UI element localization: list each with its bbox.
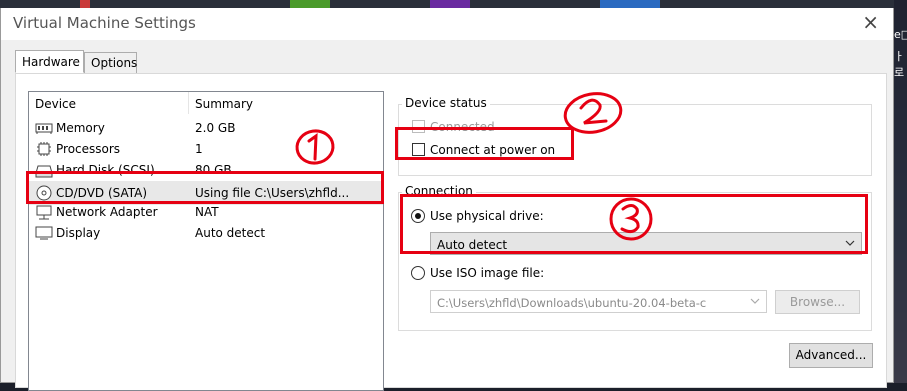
title-bar: Virtual Machine Settings × [1, 8, 893, 40]
iso-path-select[interactable]: C:\Users\zhfld\Downloads\ubuntu-20.04-be… [430, 290, 767, 313]
tab-hardware[interactable]: Hardware [15, 50, 84, 73]
highlight-cd-dvd-row [26, 171, 384, 204]
annotation-three [608, 196, 654, 245]
device-summary: 1 [195, 142, 203, 156]
device-row-display[interactable]: Display Auto detect [29, 223, 383, 244]
device-summary: NAT [195, 205, 219, 219]
desktop-glyph: ㅏ 로 [894, 50, 905, 79]
device-name: Network Adapter [56, 205, 158, 219]
chevron-down-icon [747, 294, 760, 311]
column-header-device[interactable]: Device [35, 97, 76, 115]
network-adapter-icon [35, 204, 53, 220]
column-header-summary[interactable]: Summary [195, 97, 253, 115]
memory-icon [35, 120, 53, 136]
device-status-title: Device status [402, 96, 490, 110]
device-name: Display [56, 226, 101, 240]
annotation-two [562, 90, 624, 139]
annotation-one [295, 128, 337, 169]
device-summary: Auto detect [195, 226, 266, 240]
device-name: Processors [56, 142, 121, 156]
display-icon [35, 225, 53, 241]
tab-options[interactable]: Options [84, 52, 137, 74]
close-icon[interactable]: × [862, 12, 879, 32]
desktop-glyph: e□ [894, 28, 907, 41]
processor-icon [35, 141, 53, 157]
device-summary: 2.0 GB [195, 121, 236, 135]
window-title: Virtual Machine Settings [13, 14, 196, 32]
use-iso-image-radio[interactable] [411, 266, 425, 280]
desktop-background-edge: e□ ㅏ 로 [894, 0, 907, 383]
device-row-network-adapter[interactable]: Network Adapter NAT [29, 202, 383, 223]
column-divider [188, 92, 189, 114]
iso-path-value: C:\Users\zhfld\Downloads\ubuntu-20.04-be… [437, 296, 707, 310]
advanced-button[interactable]: Advanced... [789, 343, 873, 368]
desktop-background-strip [0, 0, 907, 8]
highlight-connect-at-power-on [395, 127, 574, 160]
device-name: Memory [56, 121, 105, 135]
use-iso-image-label[interactable]: Use ISO image file: [430, 266, 544, 280]
browse-button[interactable]: Browse... [775, 290, 860, 314]
